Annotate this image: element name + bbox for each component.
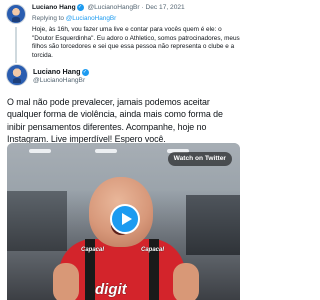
ceiling-lamp [95,149,117,153]
ceiling-lamp [29,149,51,153]
replying-to-label: Replying to [32,15,64,22]
video-background-left [7,191,67,251]
replying-to-mention[interactable]: @LucianoHangBr [66,15,117,22]
thread-connector [15,27,17,63]
meta-separator: · [141,4,144,11]
author-handle[interactable]: @LucianoHangBr [87,4,139,11]
left-hand [53,263,79,300]
author-avatar[interactable] [6,64,28,86]
watch-on-twitter-button[interactable]: Watch on Twitter [167,152,232,166]
jersey-sponsor-right: Capacal [141,247,165,253]
replying-to: Replying to @LucianoHangBr [32,15,116,22]
tweet-text: Hoje, às 16h, vou fazer uma live e conta… [32,26,240,59]
tweet-header: Luciano Hang ✓ @LucianoHangBr · Dec 17, 2… [32,4,185,11]
author-name[interactable]: Luciano Hang [33,67,81,76]
author-handle[interactable]: @LucianoHangBr [33,77,85,84]
author-avatar[interactable] [6,4,26,24]
video-player[interactable]: Capacal Capacal digit Watch on Twitter [7,143,240,300]
play-icon[interactable] [110,204,140,234]
main-tweet: Luciano Hang ✓ @LucianoHangBr O mal não p… [0,62,247,300]
author-name-row: Luciano Hang ✓ [33,67,91,76]
right-hand [173,263,199,300]
jersey-sponsor-bottom: digit [95,281,127,298]
tweet-date[interactable]: Dec 17, 2021 [145,4,184,11]
video-background-right [186,195,240,255]
jersey-sponsor-left: Capacal [81,247,105,253]
author-name[interactable]: Luciano Hang [32,4,76,11]
tweet-text: O mal não pode prevalecer, jamais podemo… [7,97,223,145]
verified-badge-icon: ✓ [76,4,84,11]
verified-badge-icon: ✓ [81,69,89,76]
